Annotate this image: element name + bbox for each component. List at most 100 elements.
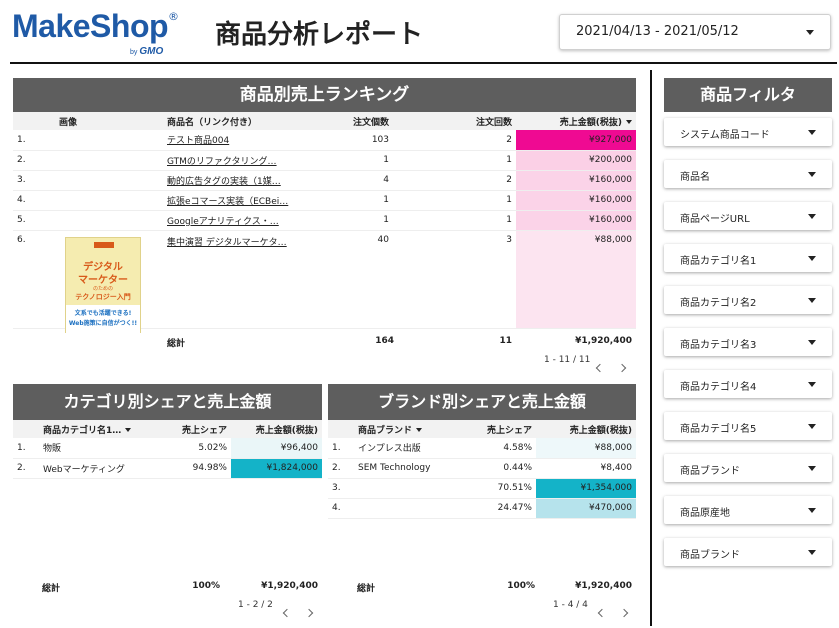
filter-dropdown[interactable]: システム商品コード xyxy=(664,118,832,146)
row-image-cell xyxy=(39,150,163,171)
row-sales: ¥470,000 xyxy=(536,498,636,519)
ranking-prev-button[interactable] xyxy=(595,356,605,375)
product-link[interactable]: テスト商品004 xyxy=(167,136,229,146)
category-table: 商品カテゴリ名1… 売上シェア 売上金額(税抜) 1. 物販 5.02% ¥96,40… xyxy=(13,420,322,479)
row-rank: 2. xyxy=(328,458,354,479)
row-orders: 1 xyxy=(393,150,516,171)
filter-dropdown[interactable]: 商品カテゴリ名1 xyxy=(664,244,832,272)
book-title-line2: マーケター xyxy=(78,275,128,286)
row-sales: ¥1,824,000 xyxy=(231,458,322,479)
brand-prev-button[interactable] xyxy=(597,601,607,620)
row-brand-name xyxy=(354,498,462,519)
col-brand-share[interactable]: 売上シェア xyxy=(462,420,536,438)
ranking-total-qty: 164 xyxy=(375,336,394,346)
header-divider xyxy=(10,62,837,64)
chevron-down-icon xyxy=(806,30,814,35)
row-image-cell xyxy=(39,130,163,151)
product-link[interactable]: 拡張eコマース実装（ECBei… xyxy=(167,197,288,207)
category-next-button[interactable] xyxy=(304,601,314,620)
col-brand-name[interactable]: 商品ブランド xyxy=(354,420,462,438)
category-total-label: 総計 xyxy=(42,584,61,594)
book-badge xyxy=(94,242,114,248)
col-category-share[interactable]: 売上シェア xyxy=(147,420,231,438)
row-brand-name: インプレス出版 xyxy=(354,438,462,459)
row-sales: ¥160,000 xyxy=(516,190,636,211)
filter-label: 商品ブランド xyxy=(680,466,740,477)
category-pager-text: 1 - 2 / 2 xyxy=(238,600,273,610)
product-image-book-cover[interactable]: デジタル マーケター のための テクノロジー入門 文系でも活躍できる! Web施… xyxy=(65,237,141,333)
row-rank: 1. xyxy=(328,438,354,459)
row-rank: 5. xyxy=(13,210,39,231)
filter-dropdown[interactable]: 商品ブランド xyxy=(664,538,832,566)
sort-desc-icon xyxy=(125,428,132,432)
filter-dropdown[interactable]: 商品ブランド xyxy=(664,454,832,482)
logo-by-gmo: by GMO xyxy=(130,46,164,57)
row-product-name-cell: 集中演習 デジタルマーケタ… xyxy=(163,230,293,329)
col-orders[interactable]: 注文回数 xyxy=(393,112,516,130)
date-range-picker[interactable]: 2021/04/13 - 2021/05/12 xyxy=(559,14,831,50)
chevron-down-icon xyxy=(808,466,816,471)
brand-pager-text: 1 - 4 / 4 xyxy=(553,600,588,610)
row-rank: 2. xyxy=(13,150,39,171)
brand-row: 1. インプレス出版 4.58% ¥88,000 xyxy=(328,438,636,459)
row-share: 24.47% xyxy=(462,498,536,519)
col-category-name[interactable]: 商品カテゴリ名1… xyxy=(39,420,147,438)
filter-dropdown[interactable]: 商品ページURL xyxy=(664,202,832,230)
col-category-sales[interactable]: 売上金額(税抜) xyxy=(231,420,322,438)
book-title-line4: テクノロジー入門 xyxy=(75,293,131,301)
chevron-right-icon xyxy=(617,363,627,373)
chevron-down-icon xyxy=(808,382,816,387)
row-sales: ¥88,000 xyxy=(516,230,636,329)
brand-row: 3. 70.51% ¥1,354,000 xyxy=(328,478,636,499)
row-product-name-cell: Googleアナリティクス・… xyxy=(163,210,293,231)
filter-dropdown[interactable]: 商品カテゴリ名4 xyxy=(664,370,832,398)
brand-total-label: 総計 xyxy=(357,584,376,594)
category-row: 2. Webマーケティング 94.98% ¥1,824,000 xyxy=(13,458,322,479)
filter-dropdown[interactable]: 商品原産地 xyxy=(664,496,832,524)
product-link[interactable]: GTMのリファクタリング… xyxy=(167,157,277,167)
filter-label: 商品名 xyxy=(680,172,710,183)
brand-row: 4. 24.47% ¥470,000 xyxy=(328,498,636,519)
filter-label: 商品カテゴリ名2 xyxy=(680,298,757,309)
row-rank: 4. xyxy=(328,498,354,519)
filter-dropdown[interactable]: 商品カテゴリ名2 xyxy=(664,286,832,314)
col-brand-sales[interactable]: 売上金額(税抜) xyxy=(536,420,636,438)
product-link[interactable]: 動的広告タグの実装（1媒… xyxy=(167,177,281,187)
product-link[interactable]: 集中演習 デジタルマーケタ… xyxy=(167,238,287,248)
row-orders: 3 xyxy=(393,230,516,329)
makeshop-logo[interactable]: MakeShop® by GMO xyxy=(12,8,192,60)
filter-dropdown[interactable]: 商品カテゴリ名3 xyxy=(664,328,832,356)
category-row: 1. 物販 5.02% ¥96,400 xyxy=(13,438,322,459)
brand-title: ブランド別シェアと売上金額 xyxy=(328,384,636,420)
row-category-name: Webマーケティング xyxy=(39,458,147,479)
category-prev-button[interactable] xyxy=(282,601,292,620)
row-sales: ¥160,000 xyxy=(516,210,636,231)
col-image[interactable]: 画像 xyxy=(39,112,163,130)
filter-dropdown[interactable]: 商品カテゴリ名5 xyxy=(664,412,832,440)
filter-dropdown[interactable]: 商品名 xyxy=(664,160,832,188)
chevron-down-icon xyxy=(808,214,816,219)
row-rank: 6. xyxy=(13,230,39,329)
sort-desc-icon xyxy=(416,428,423,432)
chevron-down-icon xyxy=(808,256,816,261)
category-share-panel: カテゴリ別シェアと売上金額 商品カテゴリ名1… 売上シェア 売上金額(税抜) 1… xyxy=(13,384,322,479)
ranking-header-row: 画像 商品名（リンク付き） 注文個数 注文回数 売上金額(税抜) xyxy=(13,112,636,130)
col-quantity[interactable]: 注文個数 xyxy=(293,112,393,130)
row-rank: 1. xyxy=(13,130,39,151)
chevron-down-icon xyxy=(808,424,816,429)
row-orders: 1 xyxy=(393,210,516,231)
ranking-title: 商品別売上ランキング xyxy=(13,78,636,112)
ranking-row: 5. Googleアナリティクス・… 1 1 ¥160,000 xyxy=(13,210,636,231)
filter-label: 商品カテゴリ名3 xyxy=(680,340,757,351)
col-product-name[interactable]: 商品名（リンク付き） xyxy=(163,112,293,130)
ranking-next-button[interactable] xyxy=(617,356,627,375)
row-sales: ¥1,354,000 xyxy=(536,478,636,499)
ranking-row: 3. 動的広告タグの実装（1媒… 4 2 ¥160,000 xyxy=(13,170,636,191)
logo-registered-mark: ® xyxy=(168,10,180,23)
ranking-total-orders: 11 xyxy=(499,336,512,346)
brand-next-button[interactable] xyxy=(619,601,629,620)
product-link[interactable]: Googleアナリティクス・… xyxy=(167,217,279,227)
col-sales[interactable]: 売上金額(税抜) xyxy=(516,112,636,130)
row-orders: 1 xyxy=(393,190,516,211)
filter-label: 商品カテゴリ名5 xyxy=(680,424,757,435)
